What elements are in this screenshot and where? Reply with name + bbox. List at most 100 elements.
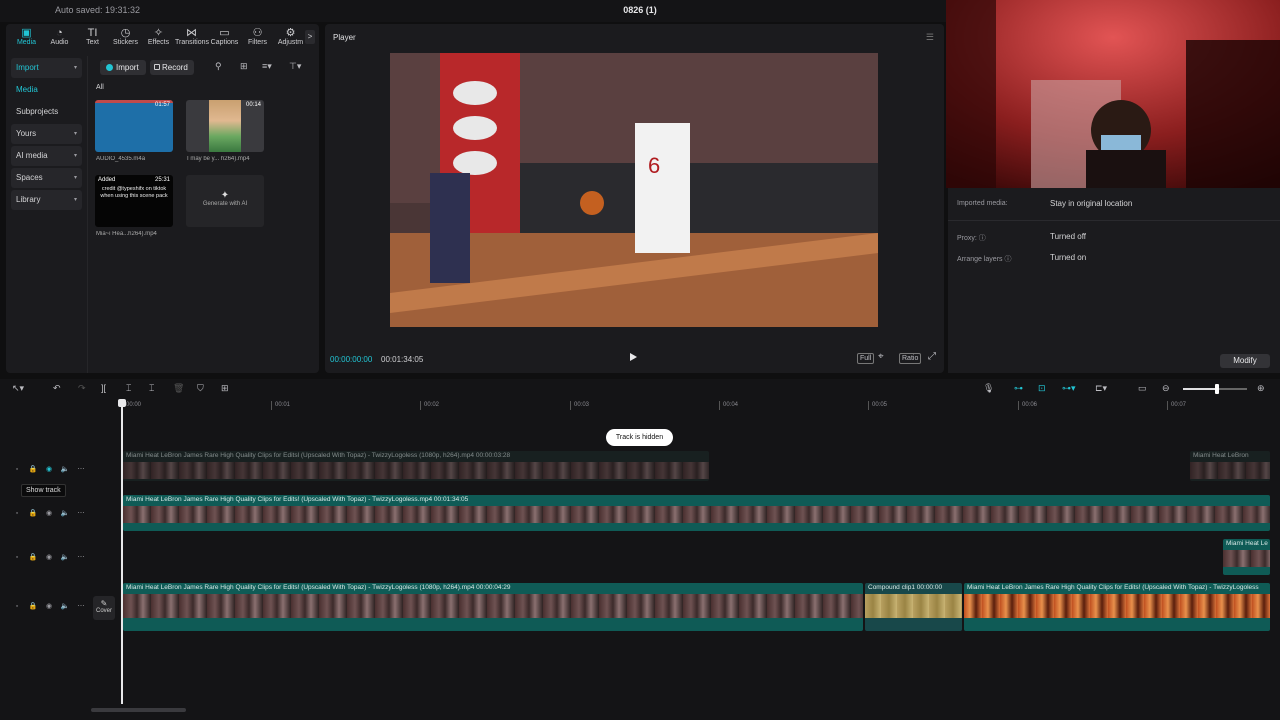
ruler-tick: 00:03 <box>570 401 589 410</box>
modify-button[interactable]: Modify <box>1220 354 1270 368</box>
zoom-handle[interactable] <box>1215 384 1219 394</box>
timeline-clip-main-track[interactable]: Miami Heat LeBron James Rare High Qualit… <box>123 583 863 631</box>
checkbox-icon[interactable]: ▫ <box>9 466 25 473</box>
redo-icon[interactable]: ↷ <box>78 383 86 394</box>
stickers-icon: ◷ <box>120 27 131 39</box>
lock-icon[interactable]: 🔒 <box>25 602 41 610</box>
menu-icon[interactable]: ☰ <box>926 32 934 43</box>
sidebar-item-yours[interactable]: Yours ▾ <box>11 124 82 144</box>
checkbox-icon[interactable]: ▫ <box>9 510 25 517</box>
ratio-button[interactable]: Ratio <box>899 353 922 364</box>
cursor-icon[interactable]: ↖▾ <box>12 383 24 394</box>
lock-icon[interactable]: 🔒 <box>25 465 41 473</box>
record-button[interactable]: Record <box>150 60 194 75</box>
delete-icon[interactable]: 🗑 <box>173 383 184 394</box>
link-track-icon[interactable]: ⊶ <box>1014 383 1023 394</box>
zoom-slider[interactable] <box>1183 384 1247 394</box>
sort-icon[interactable]: ≡▾ <box>262 61 272 72</box>
eye-icon[interactable]: ◉ <box>41 602 57 610</box>
cover-button[interactable]: ✎ Cover <box>93 596 115 620</box>
eye-icon[interactable]: ◉ <box>41 509 57 517</box>
effects-icon: ✧ <box>153 27 164 39</box>
timeline-clip-hidden[interactable]: Miami Heat LeBron James Rare High Qualit… <box>123 451 709 481</box>
video-preview[interactable]: 6 <box>390 53 878 327</box>
sidebar-item-library[interactable]: Library ▾ <box>11 190 82 210</box>
speaker-icon[interactable]: 🔈 <box>57 553 73 561</box>
time-ruler[interactable]: 00:00 00:01 00:02 00:03 00:04 00:05 00:0… <box>122 399 1280 413</box>
chevron-down-icon: ▾ <box>73 131 77 137</box>
more-icon[interactable]: ⋯ <box>73 553 89 561</box>
checkbox-icon[interactable]: ▫ <box>9 603 25 610</box>
ruler-tick: 00:06 <box>1018 401 1037 410</box>
timeline-clip-hidden-2[interactable]: Miami Heat LeBron <box>1190 451 1270 481</box>
details-panel: Imported media: Stay in original locatio… <box>948 188 1280 373</box>
microphone-icon[interactable]: 🎙 <box>983 383 994 394</box>
more-icon[interactable]: ⋯ <box>73 602 89 610</box>
snap-icon[interactable]: ⊶▾ <box>1062 383 1076 394</box>
tool-effects[interactable]: ✧ Effects <box>142 24 175 52</box>
play-icon[interactable] <box>630 353 637 361</box>
generate-with-ai-button[interactable]: ✦ Generate with AI <box>186 175 264 227</box>
tool-stickers[interactable]: ◷ Stickers <box>109 24 142 52</box>
clip-thumbnails <box>1223 550 1270 567</box>
shield-icon[interactable]: ⛉ <box>197 383 204 394</box>
tool-audio[interactable]: ◔ Audio <box>43 24 76 52</box>
tool-media[interactable]: ▣ Media <box>10 24 43 52</box>
horizontal-scrollbar[interactable] <box>91 708 186 712</box>
preview-axis-icon[interactable]: ⊏▾ <box>1095 383 1107 394</box>
tool-filters[interactable]: ⚇ Filters <box>241 24 274 52</box>
divider <box>948 220 1280 221</box>
search-icon[interactable]: ⚲ <box>215 61 222 72</box>
grid-view-icon[interactable]: ⊞ <box>240 61 248 72</box>
sidebar-item-subprojects[interactable]: Subprojects <box>11 102 82 122</box>
media-item-video-2[interactable]: Added 25:31 credit @typeshifx on tiktok … <box>95 175 173 227</box>
sidebar-item-spaces[interactable]: Spaces ▾ <box>11 168 82 188</box>
more-icon[interactable]: ⋯ <box>73 509 89 517</box>
media-icon: ▣ <box>21 27 32 39</box>
caption-track-icon[interactable]: ▭ <box>1138 383 1147 394</box>
checkbox-icon[interactable]: ▫ <box>9 554 25 561</box>
zoom-in-icon[interactable]: ⊕ <box>1257 383 1265 394</box>
tool-captions[interactable]: ▭ Captions <box>208 24 241 52</box>
eye-icon[interactable]: ◉ <box>41 465 57 473</box>
split-left-icon[interactable]: ⌶ <box>126 383 131 394</box>
filter-icon[interactable]: ⊤▾ <box>289 61 301 72</box>
speaker-icon[interactable]: 🔈 <box>57 602 73 610</box>
full-button[interactable]: Full <box>857 353 875 364</box>
more-icon[interactable]: ⋯ <box>73 465 89 473</box>
add-media-icon[interactable]: ⊞ <box>221 383 229 394</box>
split-right-icon[interactable]: ⌶ <box>149 383 154 394</box>
ruler-tick: 00:05 <box>868 401 887 410</box>
tool-transitions[interactable]: ⋈ Transitions <box>175 24 209 52</box>
playhead[interactable] <box>121 399 123 704</box>
speaker-icon[interactable]: 🔈 <box>57 509 73 517</box>
timeline-clip-end[interactable]: Miami Heat LeBron James Rare High Qualit… <box>964 583 1270 631</box>
split-icon[interactable]: ][ <box>101 383 106 393</box>
fit-icon[interactable]: ⌖ <box>878 351 884 362</box>
undo-icon[interactable]: ↶ <box>53 383 61 394</box>
timeline-clip-short[interactable]: Miami Heat Le <box>1223 539 1270 575</box>
tool-text[interactable]: TI Text <box>76 24 109 52</box>
player-panel: Player ☰ 6 00:00:00:00 00:01:34:05 Full … <box>325 24 944 373</box>
speaker-icon[interactable]: 🔈 <box>57 465 73 473</box>
eye-icon[interactable]: ◉ <box>41 553 57 561</box>
sidebar-item-media[interactable]: Media <box>11 80 82 100</box>
chevron-right-icon[interactable]: > <box>305 30 315 44</box>
magnet-icon[interactable]: ⊡ <box>1038 383 1046 394</box>
sidebar-item-ai-media[interactable]: AI media ▾ <box>11 146 82 166</box>
thumbnail-caption: credit @typeshifx on tiktok when using t… <box>100 186 168 199</box>
import-icon <box>106 64 113 71</box>
lock-icon[interactable]: 🔒 <box>25 509 41 517</box>
clip-label: Miami Heat LeBron James Rare High Qualit… <box>126 496 469 503</box>
timeline-clip-main[interactable]: Miami Heat LeBron James Rare High Qualit… <box>123 495 1270 531</box>
fullscreen-icon[interactable]: ⤢ <box>928 351 936 362</box>
sidebar-item-import[interactable]: Import ▾ <box>11 58 82 78</box>
zoom-out-icon[interactable]: ⊖ <box>1162 383 1170 394</box>
import-button[interactable]: Import <box>100 60 146 75</box>
ruler-tick: 00:02 <box>420 401 439 410</box>
media-item-video-1[interactable]: 00:14 <box>186 100 264 152</box>
lock-icon[interactable]: 🔒 <box>25 553 41 561</box>
tool-adjustment[interactable]: ⚙ Adjustm <box>274 24 307 52</box>
media-item-audio[interactable]: 01:57 <box>95 100 173 152</box>
timeline-compound-clip[interactable]: Compound clip1 00:00:00 <box>865 583 962 631</box>
